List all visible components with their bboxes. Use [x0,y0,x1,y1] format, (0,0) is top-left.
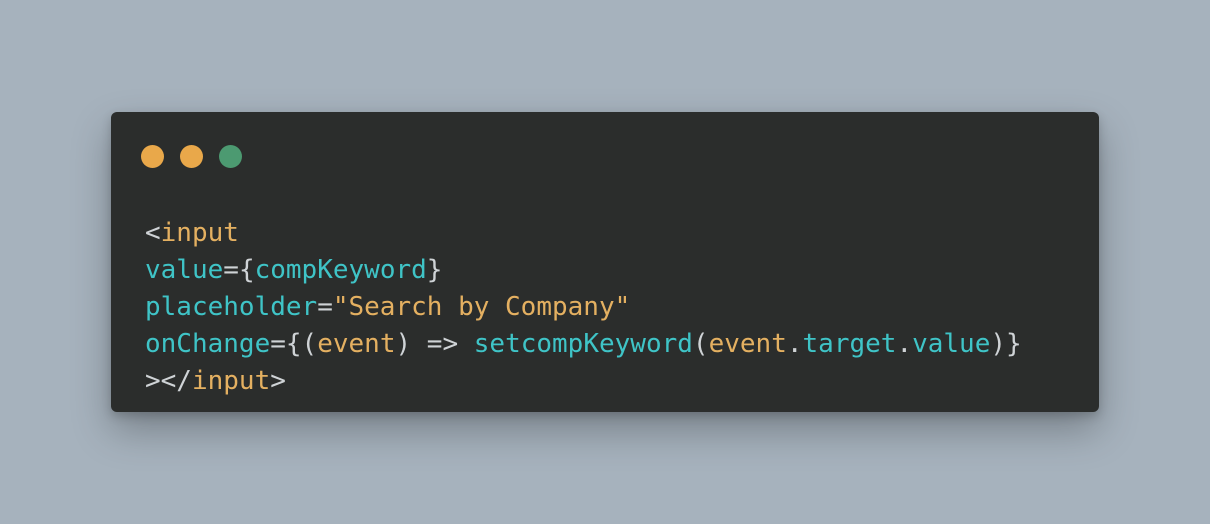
punct-eq: = [270,329,286,359]
attr-onchange: onChange [145,329,271,359]
punct-rbrace: } [426,255,443,285]
punct-arrow: => [411,329,474,359]
func-setcompkeyword: setcompKeyword [473,329,693,359]
prop-target: target [802,329,897,359]
string-placeholder: "Search by Company" [332,292,631,322]
obj-event: event [708,329,787,359]
param-event: event [317,329,396,359]
punct-close-open: ></ [145,366,192,396]
maximize-dot-icon[interactable] [219,145,242,168]
punct-lbrace: { [285,329,302,359]
window-controls [141,145,242,168]
punct-eq: = [223,255,239,285]
code-window: <input value={compKeyword} placeholder="Se… [111,112,1099,412]
code-block: <input value={compKeyword} placeholder="Se… [145,215,1022,400]
attr-placeholder: placeholder [145,292,318,322]
code-line-1: <input [145,215,1022,252]
prop-value: value [912,329,991,359]
punct-dot: . [786,329,803,359]
code-line-2: value={compKeyword} [145,252,1022,289]
tag-name-close: input [191,366,271,396]
punct-dot: . [896,329,913,359]
punct-lparen: ( [301,329,318,359]
minimize-dot-icon[interactable] [180,145,203,168]
close-dot-icon[interactable] [141,145,164,168]
punct-lt: < [145,218,161,248]
punct-rbrace: } [1006,329,1022,359]
attr-value: value [145,255,224,285]
punct-call-open: ( [692,329,709,359]
code-line-5: ></input> [145,363,1022,400]
punct-eq: = [317,292,333,322]
punct-rparen: ) [395,329,412,359]
punct-lbrace: { [238,255,255,285]
punct-call-close: ) [990,329,1007,359]
expr-compkeyword: compKeyword [254,255,427,285]
code-line-4: onChange={(event) => setcompKeyword(even… [145,326,1022,363]
tag-name: input [160,218,239,248]
punct-gt: > [270,366,286,396]
code-line-3: placeholder="Search by Company" [145,289,1022,326]
